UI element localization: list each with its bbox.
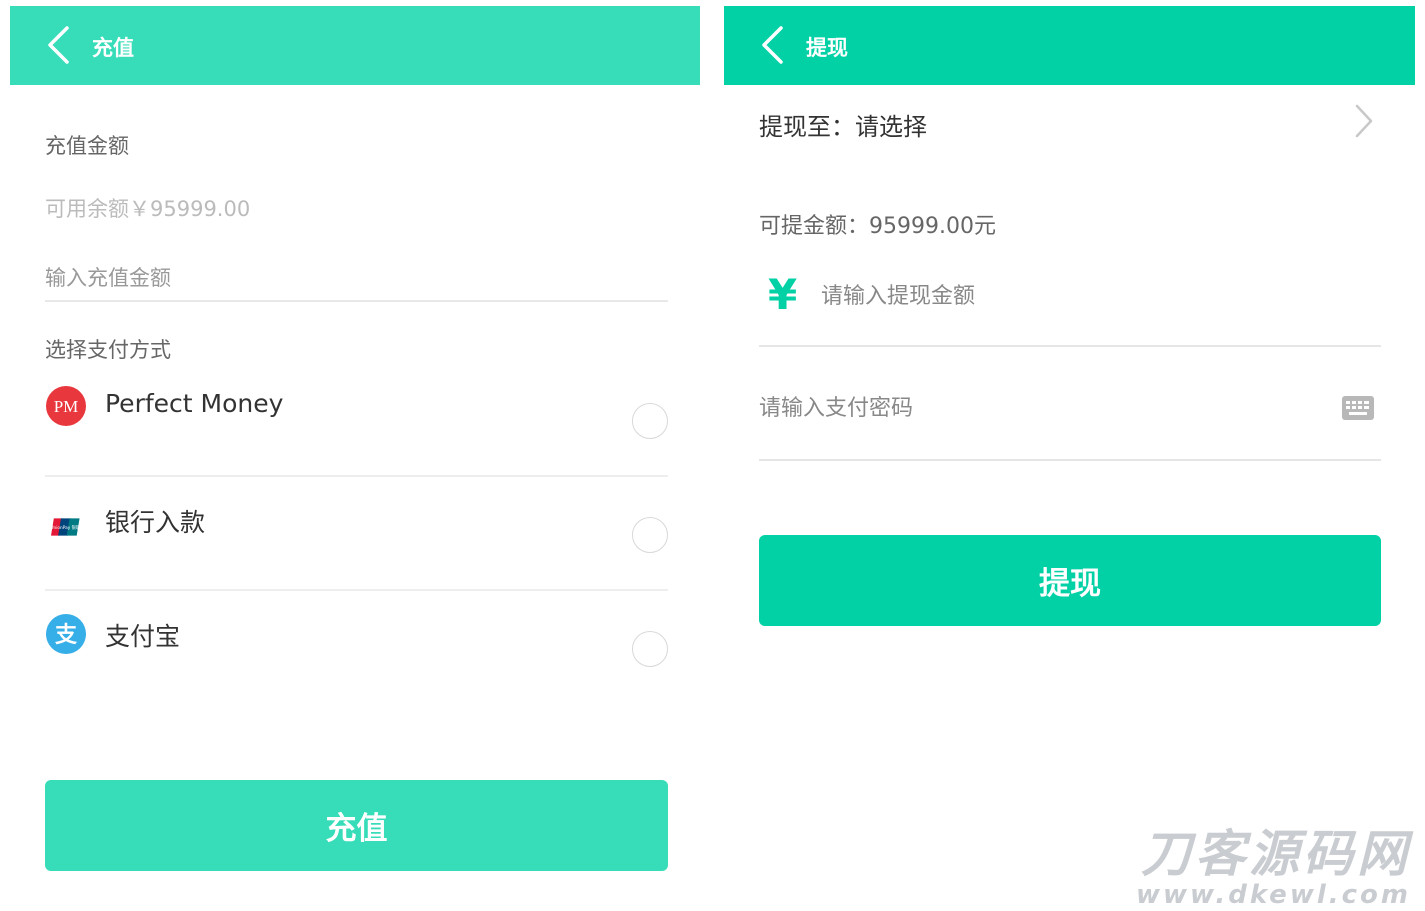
- withdraw-header: 提现: [724, 6, 1415, 85]
- svg-text:PM: PM: [54, 397, 79, 416]
- available-balance: 可用余额￥95999.00: [45, 197, 251, 221]
- payment-option-perfect-money[interactable]: PM Perfect Money: [45, 363, 668, 477]
- payment-password-input[interactable]: [759, 390, 1319, 426]
- payment-option-label: 银行入款: [105, 508, 206, 537]
- payment-option-alipay[interactable]: 支 支付宝: [45, 591, 668, 705]
- watermark: 刀客源码网 www.dkewl.com: [1136, 827, 1411, 909]
- withdraw-button[interactable]: 提现: [759, 535, 1381, 626]
- chevron-right-icon[interactable]: [1353, 103, 1375, 139]
- watermark-name: 刀客源码网: [1141, 825, 1411, 883]
- back-arrow-icon[interactable]: [43, 24, 73, 66]
- recharge-screen: 充值 充值金额 可用余额￥95999.00 选择支付方式 PM Perfect …: [10, 0, 700, 911]
- payment-method-label: 选择支付方式: [45, 338, 171, 362]
- divider: [759, 459, 1381, 461]
- radio-button[interactable]: [632, 517, 668, 553]
- withdraw-screen: 提现 提现至：请选择 可提金额：95999.00元 ¥ 提现: [724, 0, 1415, 911]
- keyboard-icon[interactable]: [1341, 394, 1375, 422]
- back-arrow-icon[interactable]: [757, 24, 787, 66]
- unionpay-icon: UnionPay 银联: [50, 518, 81, 536]
- page-title: 充值: [92, 36, 134, 60]
- page-title: 提现: [806, 36, 848, 60]
- payment-option-label: 支付宝: [105, 622, 181, 651]
- alipay-icon: 支: [46, 614, 86, 654]
- radio-button[interactable]: [632, 631, 668, 667]
- withdraw-amount-input[interactable]: [821, 278, 1341, 314]
- yen-icon: ¥: [768, 270, 798, 319]
- available-amount: 可提金额：95999.00元: [759, 214, 996, 239]
- payment-option-label: Perfect Money: [105, 389, 284, 418]
- watermark-url: www.dkewl.com: [1135, 880, 1411, 910]
- recharge-amount-input[interactable]: [45, 256, 668, 302]
- amount-label: 充值金额: [45, 134, 129, 158]
- recharge-button[interactable]: 充值: [45, 780, 668, 871]
- payment-option-bank[interactable]: UnionPay 银联 银行入款: [45, 477, 668, 591]
- radio-button[interactable]: [632, 403, 668, 439]
- perfect-money-icon: PM: [46, 386, 86, 426]
- recharge-header: 充值: [10, 6, 700, 85]
- withdraw-target-select[interactable]: 提现至：请选择: [759, 107, 927, 142]
- divider: [759, 345, 1381, 347]
- svg-text:支: 支: [55, 623, 78, 648]
